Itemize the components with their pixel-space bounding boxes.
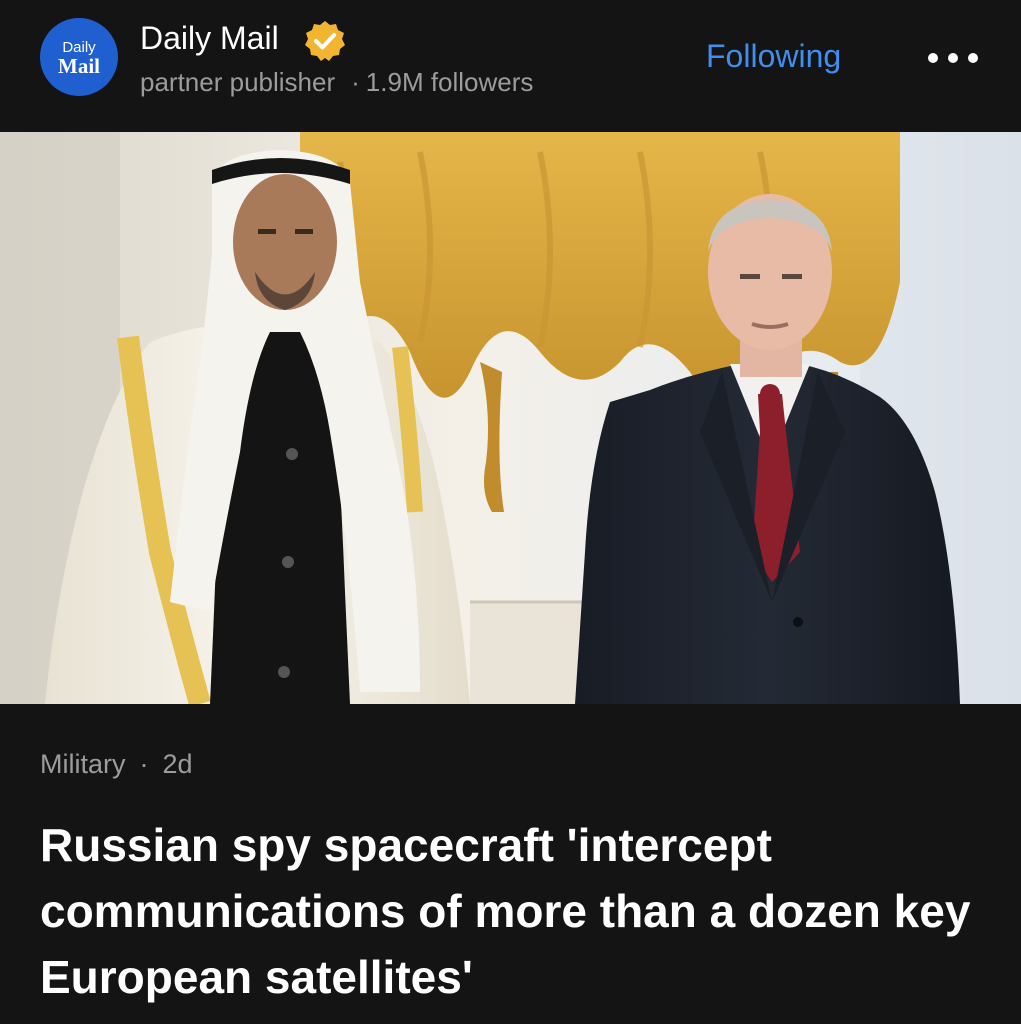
- publisher-meta: partner publisher · 1.9M followers: [140, 67, 533, 98]
- more-dot: [928, 53, 938, 63]
- verified-badge-icon: [305, 21, 345, 61]
- following-button[interactable]: Following: [706, 38, 841, 75]
- article-category[interactable]: Military: [40, 749, 126, 779]
- article-photo[interactable]: [0, 132, 1021, 704]
- publisher-name[interactable]: Daily Mail: [140, 20, 279, 57]
- logo-line-1: Daily: [62, 38, 96, 56]
- meta-separator: ·: [139, 749, 149, 779]
- more-dot: [948, 53, 958, 63]
- article-age: 2d: [162, 749, 193, 779]
- article-meta: Military · 2d: [40, 749, 193, 780]
- meta-separator: ·: [351, 67, 360, 97]
- publisher-role: partner publisher: [140, 67, 336, 97]
- follower-count: 1.9M followers: [365, 67, 534, 97]
- logo-line-2: Mail: [58, 53, 100, 78]
- more-options-icon[interactable]: [928, 52, 978, 64]
- article-photo-illustration: [0, 132, 1021, 704]
- post-header: Daily Mail Daily Mail partner publisher ·…: [0, 0, 1021, 132]
- article-headline[interactable]: Russian spy spacecraft 'intercept commun…: [40, 812, 990, 1010]
- more-dot: [968, 53, 978, 63]
- publisher-avatar[interactable]: Daily Mail: [40, 18, 118, 96]
